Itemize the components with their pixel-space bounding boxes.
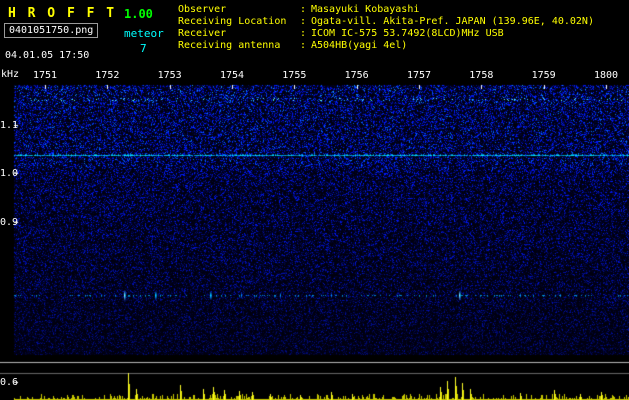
info-separator: : — [300, 16, 307, 27]
time-tick-label: 1752 — [95, 70, 120, 81]
info-row: Receiver: ICOM IC-575 53.7492(8LCD)MHz US… — [178, 28, 594, 40]
time-tick-label: 1754 — [219, 70, 245, 81]
station-info: Observer: Masayuki Kobayashi Receiving Loc… — [178, 4, 594, 52]
info-label: Receiving Location — [178, 16, 287, 27]
time-tick-label: 1757 — [406, 70, 432, 81]
info-value: A504HB(yagi 4el) — [311, 40, 408, 51]
time-tick-label: 1753 — [157, 70, 182, 81]
mode-label: meteor — [124, 27, 164, 40]
freq-unit-label: kHz — [1, 69, 20, 80]
time-tick-label: 1756 — [344, 70, 369, 81]
filename-box: 0401051750.png — [4, 23, 99, 38]
app-title: H R O F F T — [8, 6, 117, 21]
spectrogram-canvas — [0, 68, 629, 400]
time-tick-label: 1751 — [32, 70, 58, 81]
time-tick-label: 1755 — [282, 70, 307, 81]
info-label: Receiver — [178, 28, 227, 39]
freq-tick-label: 1.1 — [0, 120, 19, 131]
info-separator: : — [300, 28, 307, 39]
datetime-label: 04.01.05 17:50 — [5, 50, 90, 61]
info-value: Ogata-vill. Akita-Pref. JAPAN (139.96E, … — [311, 16, 594, 27]
meteor-count: 7 — [140, 42, 147, 55]
freq-tick-label: 1.0 — [0, 168, 19, 179]
app-version: 1.00 — [124, 7, 153, 21]
filename-label: 0401051750.png — [9, 25, 94, 36]
info-label: Receiving antenna — [178, 40, 281, 51]
info-row: Receiving antenna: A504HB(yagi 4el) — [178, 40, 594, 52]
info-row: Receiving Location: Ogata-vill. Akita-Pre… — [178, 16, 594, 28]
time-tick-label: 1759 — [531, 70, 556, 81]
info-label: Observer — [178, 4, 227, 15]
info-value: ICOM IC-575 53.7492(8LCD)MHz USB — [311, 28, 504, 39]
info-value: Masayuki Kobayashi — [311, 4, 420, 15]
time-tick-label: 1758 — [469, 70, 494, 81]
freq-tick-label: 0.6 — [0, 377, 19, 388]
hrofft-window: H R O F F T 1.00 0401051750.png meteor 7… — [0, 0, 629, 400]
info-separator: : — [300, 40, 307, 51]
info-row: Observer: Masayuki Kobayashi — [178, 4, 594, 16]
time-tick-label: 1800 — [593, 70, 619, 81]
spectrogram-panel: kHz 1751 1752 1753 1754 1755 1756 1757 1758 1759… — [0, 68, 629, 400]
freq-tick-label: 0.9 — [0, 217, 19, 228]
info-separator: : — [300, 4, 307, 15]
